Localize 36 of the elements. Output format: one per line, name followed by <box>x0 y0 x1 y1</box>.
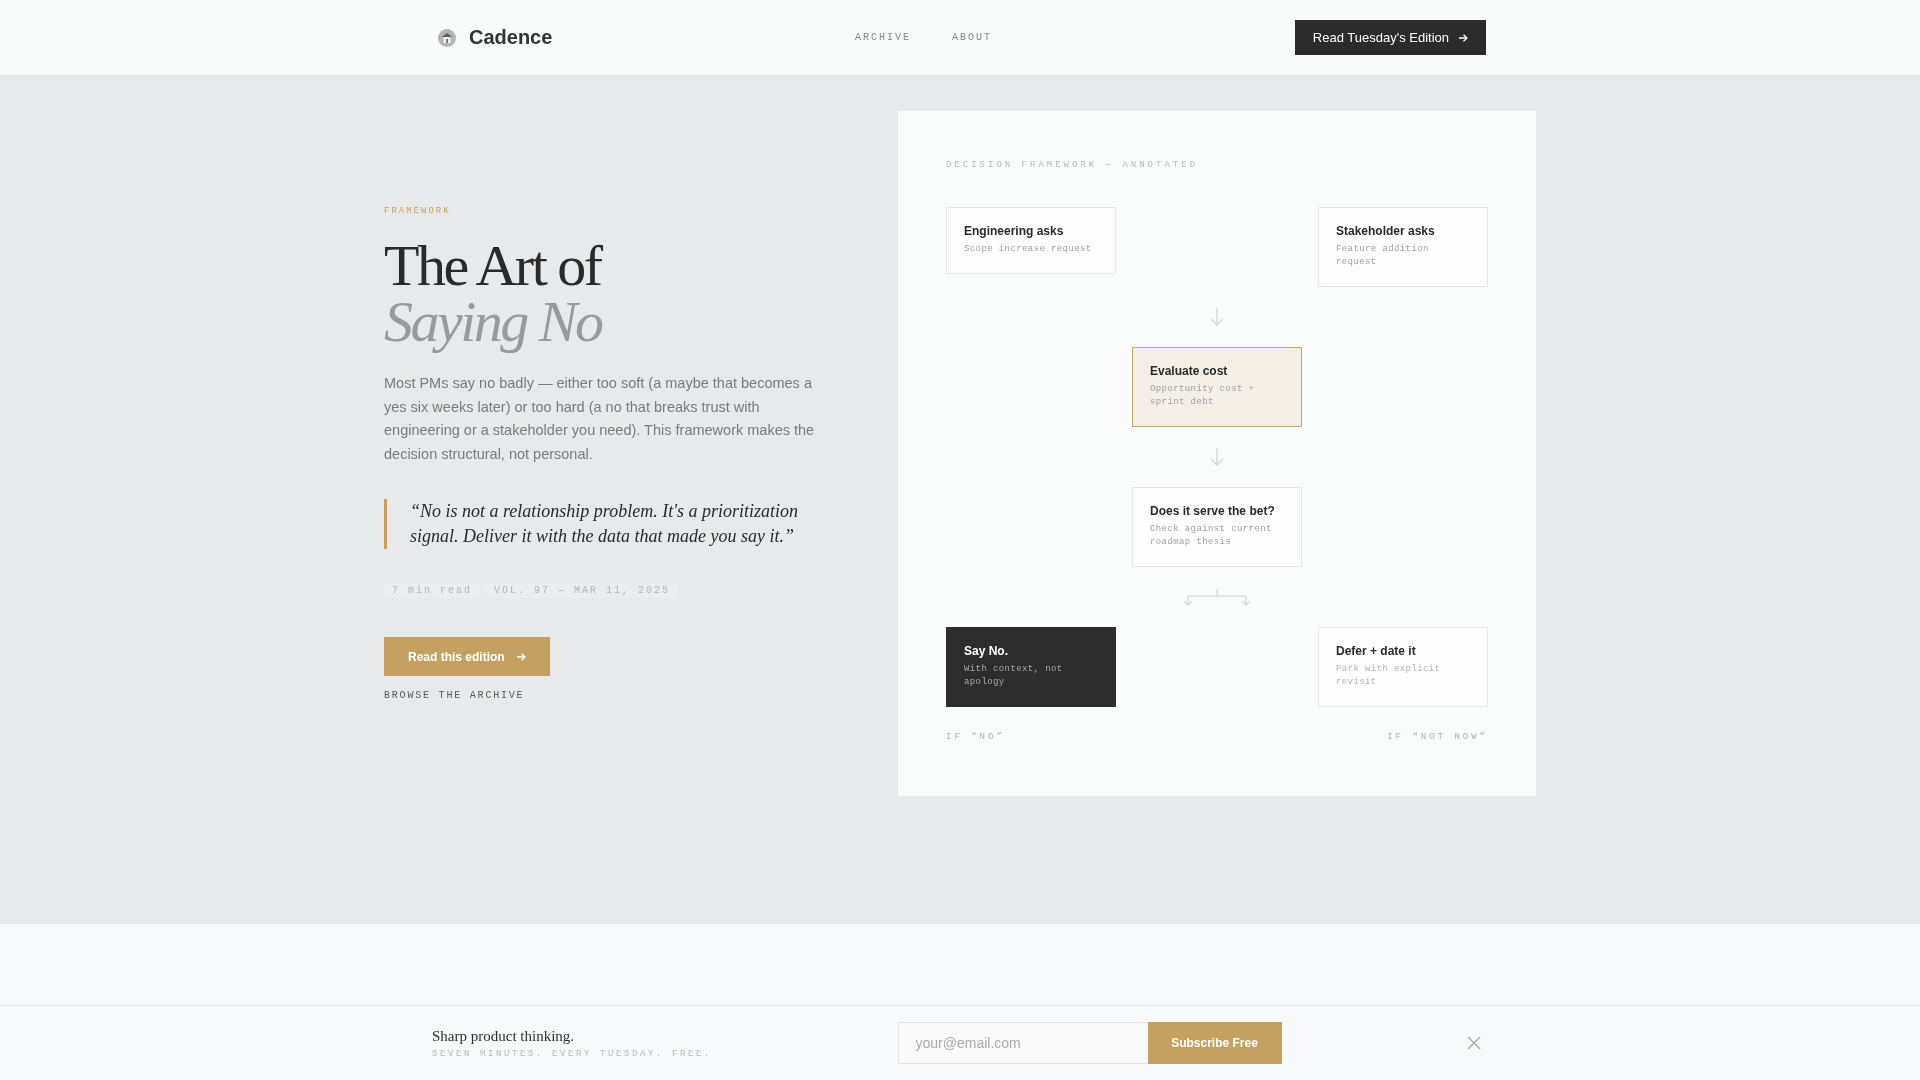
node-title: Evaluate cost <box>1150 364 1229 379</box>
node-title: Stakeholder asks <box>1336 224 1436 239</box>
arrow-right-icon <box>1459 33 1468 42</box>
branch-arrows-icon <box>1181 587 1253 607</box>
node-note: With context, not apology <box>964 663 1064 689</box>
arrow-right-icon <box>516 652 526 661</box>
node-note: Feature addition request <box>1336 243 1430 269</box>
nav-link[interactable]: ARCHIVE <box>855 32 912 43</box>
diagram-label: DECISION FRAMEWORK — ANNOTATED <box>946 160 1200 171</box>
node-note: Scope increase request <box>964 243 1093 256</box>
node-note: Check against current roadmap thesis <box>1150 523 1273 549</box>
outcome-label: IF “NO” <box>946 732 1005 743</box>
nav-link[interactable]: ABOUT <box>952 32 993 43</box>
logo-icon <box>438 28 456 47</box>
outcome-label: IF “NOT NOW” <box>1387 732 1488 743</box>
brand-name: Cadence <box>469 26 553 49</box>
node-title: Engineering asks <box>964 224 1065 239</box>
down-arrow-icon <box>1210 448 1224 466</box>
intro-paragraph: Most PMs say no badly — either too soft (a maybe that becomes a yes six weeks later) or too hard (a no that breaks trust with engineering or a stakeholder you need). This framework makes the decision structural, not personal. <box>384 374 816 464</box>
node-title: Does it serve the bet? <box>1150 504 1276 519</box>
node-title: Defer + date it <box>1336 644 1417 659</box>
subscribe-headline: Sharp product thinking. <box>432 1026 576 1045</box>
node-note: Park with explicit revisit <box>1336 663 1442 689</box>
subscribe-button[interactable]: Subscribe Free <box>1147 1022 1282 1064</box>
headline-line: The Art of <box>384 238 602 294</box>
archive-link[interactable]: BROWSE THE ARCHIVE <box>384 690 525 702</box>
close-icon[interactable] <box>1467 1036 1481 1050</box>
category-label: FRAMEWORK <box>384 205 451 217</box>
read-edition-button[interactable]: Read this edition <box>384 637 550 676</box>
email-input[interactable]: your@email.com <box>897 1022 1148 1064</box>
read-edition-button[interactable]: Read Tuesday's Edition <box>1294 20 1486 55</box>
pull-quote: “No is not a relationship problem. It's a prioritization signal. Deliver it with the data that made you say it.” <box>384 499 824 549</box>
node-note: Opportunity cost + sprint debt <box>1150 383 1256 409</box>
node-title: Say No. <box>964 644 1009 659</box>
subscribe-tagline: SEVEN MINUTES. EVERY TUESDAY. FREE. <box>432 1048 713 1060</box>
down-arrow-icon <box>1210 308 1224 326</box>
